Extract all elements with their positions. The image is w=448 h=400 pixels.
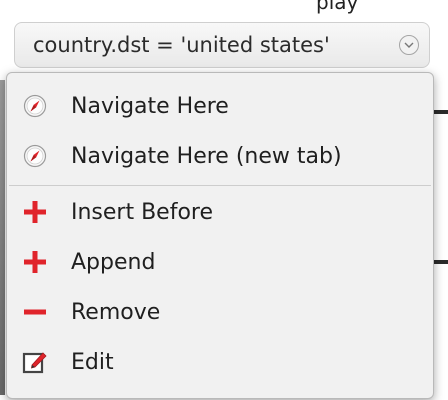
- background-edge: [0, 80, 5, 395]
- menu-item-label: Append: [71, 249, 156, 275]
- compass-icon: [21, 142, 49, 170]
- menu-item-remove[interactable]: Remove: [7, 289, 433, 335]
- menu-item-edit[interactable]: Edit: [7, 339, 433, 385]
- menu-item-label: Remove: [71, 299, 161, 325]
- menu-item-navigate-here-new-tab[interactable]: Navigate Here (new tab): [7, 133, 433, 179]
- edit-icon: [21, 348, 49, 376]
- plus-icon: [21, 248, 49, 276]
- compass-icon: [21, 92, 49, 120]
- minus-icon: [21, 298, 49, 326]
- background-line: [432, 260, 448, 264]
- filter-token-label: country.dst = 'united states': [33, 33, 330, 57]
- menu-item-insert-before[interactable]: Insert Before: [7, 189, 433, 235]
- background-edge-right: [432, 70, 448, 400]
- menu-item-navigate-here[interactable]: Navigate Here: [7, 83, 433, 129]
- context-menu: Navigate Here Navigate Here (new tab) In…: [6, 72, 434, 399]
- menu-item-label: Insert Before: [71, 199, 214, 225]
- menu-item-append[interactable]: Append: [7, 239, 433, 285]
- menu-separator: [9, 185, 431, 186]
- menu-item-label: Edit: [71, 349, 114, 375]
- chevron-down-icon[interactable]: [399, 35, 419, 55]
- plus-icon: [21, 198, 49, 226]
- filter-token[interactable]: country.dst = 'united states': [14, 22, 430, 68]
- partial-header-text: play: [316, 0, 359, 14]
- background-line: [432, 110, 448, 114]
- menu-item-label: Navigate Here (new tab): [71, 143, 342, 169]
- menu-item-label: Navigate Here: [71, 93, 229, 119]
